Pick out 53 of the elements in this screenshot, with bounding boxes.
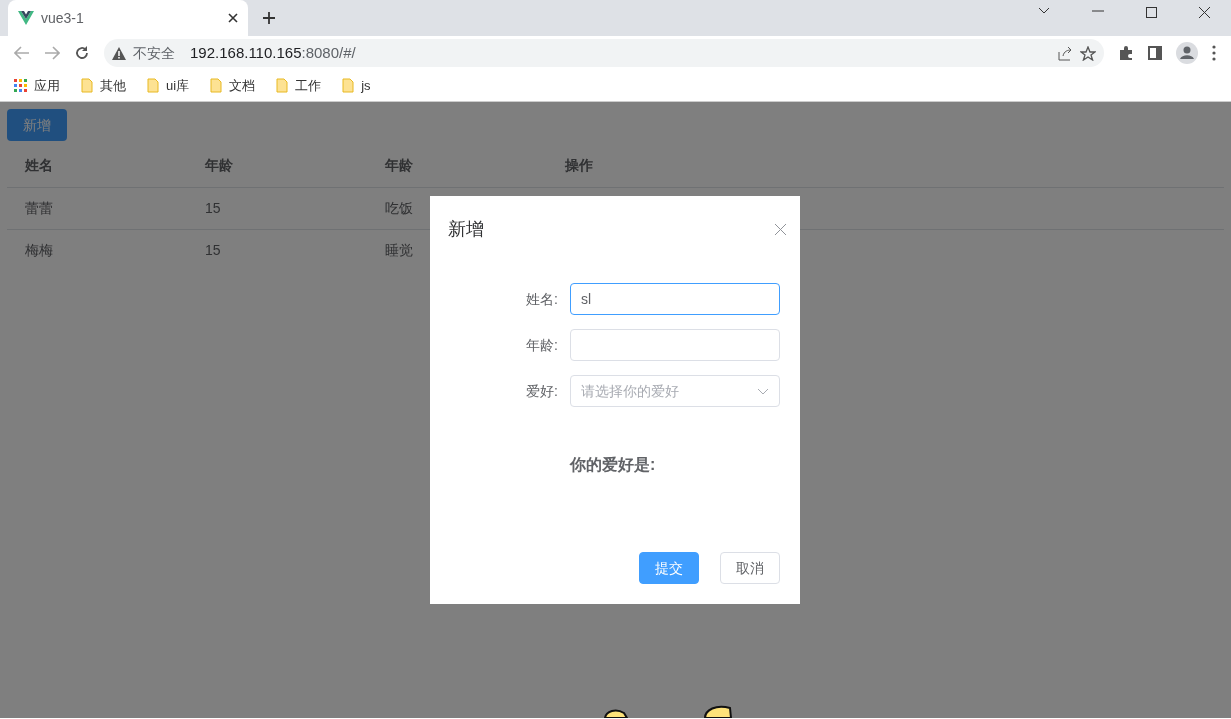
chevron-down-icon[interactable]: [1038, 7, 1050, 15]
folder-icon: [210, 78, 223, 93]
browser-tab[interactable]: vue3-1: [8, 0, 248, 36]
column-header: 年龄: [204, 156, 234, 175]
bookmark[interactable]: 应用: [14, 75, 60, 96]
column-header: 年龄: [384, 156, 414, 175]
bookmark[interactable]: 其他: [81, 75, 126, 96]
reload-icon[interactable]: [74, 45, 90, 61]
vue-logo-icon: [18, 11, 34, 25]
bookmark[interactable]: 工作: [276, 75, 322, 96]
field-label: 年龄:: [525, 335, 559, 355]
bookmark[interactable]: js: [342, 75, 371, 96]
table-cell-text: 15: [204, 240, 222, 260]
table-cell-text: 15: [204, 198, 222, 218]
share-icon[interactable]: [1058, 45, 1073, 61]
dialog-title: 新增: [447, 218, 484, 241]
folder-icon: [276, 78, 289, 93]
field-label: 姓名:: [525, 289, 559, 309]
apps-icon: [14, 79, 27, 92]
new-tab-icon[interactable]: [262, 11, 276, 25]
side-panel-icon[interactable]: [1148, 46, 1162, 60]
folder-icon: [81, 78, 93, 93]
column-header: 操作: [564, 156, 594, 175]
field-label: 爱好:: [525, 381, 559, 401]
maximize-icon[interactable]: [1146, 7, 1157, 18]
chevron-down-icon: [757, 387, 769, 395]
table-cell-text: 梅梅: [24, 240, 54, 260]
folder-icon: [342, 78, 355, 93]
ear-drawing: [604, 708, 628, 718]
input-field[interactable]: sl: [570, 283, 780, 315]
warning-icon: [112, 46, 126, 60]
url-text: 192.168.110.165:8080/#/: [190, 42, 356, 63]
bookmark[interactable]: ui库: [147, 75, 190, 96]
profile-icon[interactable]: [1176, 42, 1198, 64]
table-cell-text: 吃饭: [384, 198, 414, 218]
folder-icon: [147, 78, 159, 93]
cancel-button[interactable]: 取消: [720, 552, 780, 584]
address-bar[interactable]: 不安全 192.168.110.165:8080/#/: [104, 39, 1104, 67]
table-cell-text: 睡觉: [384, 240, 414, 260]
more-icon[interactable]: [1212, 45, 1216, 61]
summary-text: 你的爱好是:: [570, 455, 657, 475]
puzzle-icon[interactable]: [1118, 45, 1134, 61]
table-cell-text: 蕾蕾: [24, 198, 54, 218]
star-icon[interactable]: [1080, 45, 1096, 61]
ear-drawing: [704, 704, 732, 718]
close-icon[interactable]: [228, 13, 238, 23]
bookmark[interactable]: 文档: [210, 75, 256, 96]
security-label: 不安全: [133, 43, 175, 63]
minimize-icon[interactable]: [1092, 7, 1104, 15]
tab-title: vue3-1: [41, 8, 85, 28]
column-header: 姓名: [24, 156, 54, 175]
input-field[interactable]: [570, 329, 780, 361]
close-icon[interactable]: [1199, 7, 1210, 18]
